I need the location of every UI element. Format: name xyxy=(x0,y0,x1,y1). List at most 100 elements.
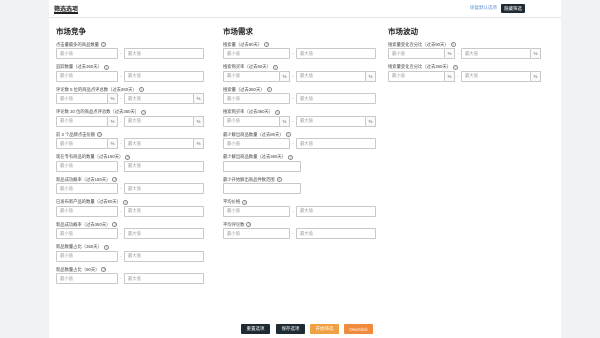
min-input[interactable]: 最小值 xyxy=(388,70,445,82)
info-icon[interactable]: ? xyxy=(125,154,131,160)
max-input[interactable]: 最大值 xyxy=(124,93,194,104)
field-label-text: 现在专有商品的数量（过去180天） xyxy=(56,154,124,159)
max-input[interactable]: 最大值 xyxy=(124,115,194,127)
info-icon[interactable]: ? xyxy=(453,64,459,70)
info-icon[interactable]: ? xyxy=(276,177,282,182)
max-input[interactable]: 最大值 xyxy=(124,273,204,284)
range-row xyxy=(223,160,376,172)
min-input[interactable]: 最小值 xyxy=(56,160,118,172)
range-row: 最小值 - 最大值 xyxy=(223,93,376,104)
min-input[interactable]: 最小值 xyxy=(56,70,118,82)
info-icon[interactable]: ? xyxy=(272,64,278,70)
hide-filter-button[interactable]: 隐藏筛选 xyxy=(501,4,525,13)
header-divider xyxy=(49,17,561,18)
field-label-text: 平均评论数 xyxy=(223,221,245,227)
max-input[interactable]: 最大值 xyxy=(124,70,204,82)
min-input[interactable]: 最小值 xyxy=(56,93,108,104)
info-icon[interactable]: ? xyxy=(138,87,144,92)
max-input[interactable]: 最大值 xyxy=(296,48,376,59)
filter-field: 搜索量变化百分比（过去360天）? 最小值% - 最大值% xyxy=(388,64,541,82)
min-input[interactable]: 最小值 xyxy=(388,48,445,59)
field-label: 平均评论数? xyxy=(223,221,376,228)
max-input[interactable]: 最大值 xyxy=(124,250,204,262)
min-input[interactable]: 最小值 xyxy=(56,250,118,262)
max-input[interactable]: 最大值 xyxy=(124,205,204,217)
max-input[interactable]: 最大值 xyxy=(296,70,366,82)
restore-defaults-link[interactable]: 恢复默认选项 xyxy=(470,5,497,11)
filter-field: 新品数量占比（360天）? 最小值 - 最大值 xyxy=(56,244,204,262)
oneclick-button[interactable]: OneClick xyxy=(344,324,373,334)
value-input[interactable] xyxy=(223,160,301,172)
info-icon[interactable]: ? xyxy=(266,87,272,92)
range-row: 最小值 - 最大值 xyxy=(56,70,204,82)
min-input[interactable]: 最小值 xyxy=(223,93,290,104)
column-trend: 市场波动 搜索量变化百分比（过去90天）? 最小值% - 最大值% 搜索量变化百分比（过… xyxy=(388,26,541,86)
info-icon[interactable]: ? xyxy=(112,177,118,182)
field-label-text: 已发布新产品的数量（过去90天） xyxy=(56,199,121,204)
min-input[interactable]: 最小值 xyxy=(223,228,290,239)
info-icon[interactable]: ? xyxy=(275,109,281,115)
field-label-text: 新品数量占比（90天） xyxy=(56,266,100,272)
field-label-text: 新品成功概率（过去360天） xyxy=(56,221,111,227)
filter-field: 点击量最多的商品数量? 最小值 - 最大值 xyxy=(56,41,204,59)
field-label: 搜索购买率（过去360天）? xyxy=(223,109,376,116)
field-label-text: 搜索量变化百分比（过去360天） xyxy=(388,64,452,69)
info-icon[interactable]: ? xyxy=(122,199,128,205)
min-input[interactable]: 最小值 xyxy=(56,228,118,239)
info-icon[interactable]: ? xyxy=(246,222,252,227)
max-input[interactable]: 最大值 xyxy=(296,115,366,127)
range-row: 最小值% - 最大值% xyxy=(388,48,541,59)
info-icon[interactable]: ? xyxy=(285,132,291,137)
max-input[interactable]: 最大值 xyxy=(461,48,531,59)
max-input[interactable]: 最大值 xyxy=(296,138,376,149)
info-icon[interactable]: ? xyxy=(264,42,270,47)
max-input[interactable]: 最大值 xyxy=(124,183,204,194)
max-input[interactable]: 最大值 xyxy=(124,160,204,172)
reset-button[interactable]: 重置选项 xyxy=(241,324,270,334)
info-icon[interactable]: ? xyxy=(242,199,248,205)
info-icon[interactable]: ? xyxy=(103,64,109,70)
min-input[interactable]: 最小值 xyxy=(223,205,290,217)
min-input[interactable]: 最小值 xyxy=(56,183,118,194)
info-icon[interactable]: ? xyxy=(100,42,106,47)
max-input[interactable]: 最大值 xyxy=(124,48,204,59)
max-input[interactable]: 最大值 xyxy=(461,70,531,82)
min-input[interactable]: 最小值 xyxy=(56,273,118,284)
max-input[interactable]: 最大值 xyxy=(296,205,376,217)
min-input[interactable]: 最小值 xyxy=(56,205,118,217)
field-label-text: 追踪数量（过去360天） xyxy=(56,64,102,69)
field-label: 平均价格? xyxy=(223,199,376,206)
field-label-text: 搜索量变化百分比（过去90天） xyxy=(388,41,449,47)
min-input[interactable]: 最小值 xyxy=(56,138,108,149)
max-input[interactable]: 最大值 xyxy=(296,93,376,104)
value-input[interactable] xyxy=(223,183,301,194)
info-icon[interactable]: ? xyxy=(103,244,109,250)
min-input[interactable]: 最小值 xyxy=(223,48,290,59)
save-button[interactable]: 保存选项 xyxy=(276,324,305,334)
start-filter-button[interactable]: 开始筛选 xyxy=(310,324,339,334)
min-input[interactable]: 最小值 xyxy=(56,115,108,127)
min-input[interactable]: 最小值 xyxy=(223,70,280,82)
info-icon[interactable]: ? xyxy=(141,109,147,115)
min-input[interactable]: 最小值 xyxy=(223,115,280,127)
info-icon[interactable]: ? xyxy=(101,267,107,272)
info-icon[interactable]: ? xyxy=(112,222,118,227)
filter-field: 最少解出商品数量（过去90天）? 最小值 - 最大值 xyxy=(223,131,376,149)
field-label-text: 搜索购买率（过去360天） xyxy=(223,109,274,114)
field-label-text: 最少解出商品数量（过去360天） xyxy=(223,154,287,159)
max-input[interactable]: 最大值 xyxy=(124,138,194,149)
range-row: 最小值 - 最大值 xyxy=(223,48,376,59)
info-icon[interactable]: ? xyxy=(450,42,456,47)
max-input[interactable]: 最大值 xyxy=(296,228,376,239)
range-row: 最小值% - 最大值% xyxy=(223,115,376,127)
range-row: 最小值 - 最大值 xyxy=(56,228,204,239)
field-label: 前 3 个品牌点击份额? xyxy=(56,131,204,138)
min-input[interactable]: 最小值 xyxy=(223,138,290,149)
info-icon[interactable]: ? xyxy=(97,132,103,137)
field-label: 现在专有商品的数量（过去180天）? xyxy=(56,154,204,161)
max-input[interactable]: 最大值 xyxy=(124,228,204,239)
min-input[interactable]: 最小值 xyxy=(56,48,118,59)
info-icon[interactable]: ? xyxy=(288,154,294,160)
percent-suffix: % xyxy=(531,48,541,59)
percent-suffix: % xyxy=(366,115,376,127)
